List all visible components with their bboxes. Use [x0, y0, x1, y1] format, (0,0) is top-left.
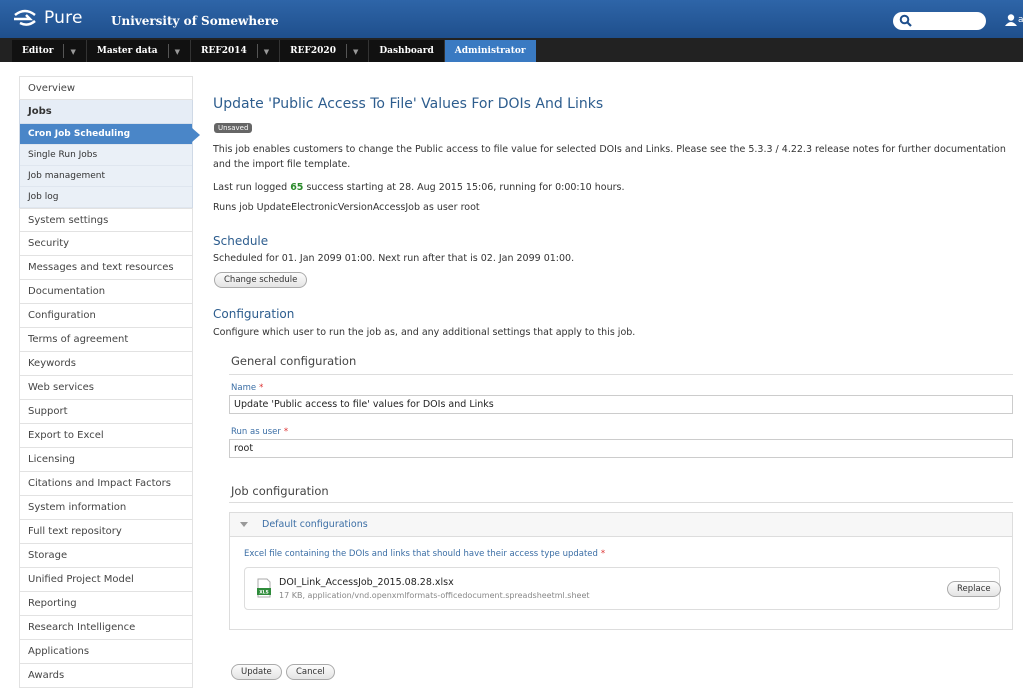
name-label-text: Name — [231, 383, 257, 393]
sidebar-item-documentation[interactable]: Documentation — [19, 280, 193, 304]
sidebar-item-export-to-excel[interactable]: Export to Excel — [19, 424, 193, 448]
sidebar-item-terms-of-agreement[interactable]: Terms of agreement — [19, 328, 193, 352]
sidebar-item-applications[interactable]: Applications — [19, 640, 193, 664]
sidebar-item-web-services[interactable]: Web services — [19, 376, 193, 400]
university-name: University of Somewhere — [111, 14, 279, 28]
schedule-heading: Schedule — [213, 234, 269, 248]
main-menu-bar: Editor ▼ Master data ▼ REF2014 ▼ REF2020 ▼ Dashb… — [0, 38, 1023, 62]
sidebar-item-jobs[interactable]: Jobs — [20, 100, 192, 124]
sidebar-item-configuration[interactable]: Configuration — [19, 304, 193, 328]
sidebar-item-overview[interactable]: Overview — [19, 76, 193, 100]
sidebar-item-licensing[interactable]: Licensing — [19, 448, 193, 472]
job-configuration-heading: Job configuration — [231, 484, 329, 498]
brand-name: Pure — [44, 8, 83, 28]
cancel-button[interactable]: Cancel — [286, 664, 335, 680]
last-run-prefix: Last run logged — [213, 182, 291, 193]
sidebar-item-keywords[interactable]: Keywords — [19, 352, 193, 376]
change-schedule-button[interactable]: Change schedule — [214, 272, 308, 288]
menu-item-ref2014[interactable]: REF2014 ▼ — [191, 40, 279, 62]
sidebar-item-system-settings[interactable]: System settings — [19, 208, 193, 232]
sidebar-item-single-run-jobs[interactable]: Single Run Jobs — [20, 145, 192, 166]
menu-item-label: Master data — [96, 46, 158, 56]
menu-item-master-data[interactable]: Master data ▼ — [87, 40, 190, 62]
menu-item-label: Dashboard — [379, 46, 434, 56]
sidebar-item-research-intelligence[interactable]: Research Intelligence — [19, 616, 193, 640]
update-button[interactable]: Update — [231, 664, 282, 680]
sidebar-item-security[interactable]: Security — [19, 232, 193, 256]
job-description-line1: This job enables customers to change the… — [213, 144, 1006, 155]
sidebar-item-messages-and-text-resources[interactable]: Messages and text resources — [19, 256, 193, 280]
chevron-down-icon[interactable]: ▼ — [345, 44, 358, 58]
name-label: Name * — [231, 383, 263, 393]
sidebar-item-reporting[interactable]: Reporting — [19, 592, 193, 616]
excel-file-icon: XLS — [257, 578, 271, 598]
chevron-down-icon[interactable]: ▼ — [256, 44, 269, 58]
sidebar-item-system-information[interactable]: System information — [19, 496, 193, 520]
user-menu-label[interactable]: a — [1018, 15, 1023, 25]
name-input[interactable]: Update 'Public access to file' values fo… — [229, 395, 1013, 414]
chevron-down-icon[interactable]: ▼ — [63, 44, 76, 58]
general-configuration-heading: General configuration — [231, 354, 357, 368]
job-description-line2: and the import file template. — [213, 159, 351, 170]
menu-item-editor[interactable]: Editor ▼ — [12, 40, 86, 62]
sidebar-item-awards[interactable]: Awards — [19, 664, 193, 688]
file-name[interactable]: DOI_Link_AccessJob_2015.08.28.xlsx — [279, 577, 454, 588]
chevron-down-icon[interactable]: ▼ — [167, 44, 180, 58]
run-as-user-input[interactable]: root — [229, 439, 1013, 458]
excel-file-label: Excel file containing the DOIs and links… — [244, 549, 605, 559]
divider — [229, 502, 1013, 503]
sidebar-item-storage[interactable]: Storage — [19, 544, 193, 568]
pure-logo-icon — [14, 9, 36, 26]
admin-sidebar: Overview Jobs Cron Job Scheduling Single … — [19, 76, 200, 688]
divider — [229, 374, 1013, 375]
search-icon[interactable] — [899, 14, 913, 28]
runs-as-info: Runs job UpdateElectronicVersionAccessJo… — [213, 202, 480, 213]
required-mark: * — [283, 427, 289, 437]
pure-logo[interactable]: Pure — [12, 8, 83, 28]
menu-item-label: Administrator — [454, 46, 526, 56]
excel-file-icon-text: XLS — [259, 590, 269, 596]
sidebar-item-job-management[interactable]: Job management — [20, 166, 192, 187]
configuration-heading: Configuration — [213, 307, 295, 321]
required-mark: * — [600, 549, 606, 559]
schedule-text: Scheduled for 01. Jan 2099 01:00. Next r… — [213, 253, 575, 264]
status-badge: Unsaved — [214, 123, 253, 133]
chevron-down-icon[interactable] — [240, 522, 248, 527]
menu-item-label: REF2014 — [201, 46, 247, 56]
run-as-user-label: Run as user * — [231, 427, 288, 437]
page-title: Update 'Public Access To File' Values Fo… — [213, 96, 604, 112]
sidebar-item-cron-job-scheduling[interactable]: Cron Job Scheduling — [20, 124, 200, 145]
replace-button[interactable]: Replace — [947, 581, 1001, 597]
jobs-subitems: Cron Job Scheduling Single Run Jobs Job ma… — [20, 124, 200, 208]
default-configurations-label[interactable]: Default configurations — [262, 519, 368, 530]
default-configurations-panel: Default configurations Excel file contai… — [229, 512, 1013, 630]
last-run-info: Last run logged 65 success starting at 2… — [213, 182, 624, 193]
menu-item-label: REF2020 — [290, 46, 336, 56]
configuration-text: Configure which user to run the job as, … — [213, 327, 636, 338]
menu-item-ref2020[interactable]: REF2020 ▼ — [280, 40, 368, 62]
last-run-suffix: success starting at 28. Aug 2015 15:06, … — [303, 182, 625, 193]
sidebar-item-unified-project-model[interactable]: Unified Project Model — [19, 568, 193, 592]
sidebar-item-citations-and-impact-factors[interactable]: Citations and Impact Factors — [19, 472, 193, 496]
sidebar-item-support[interactable]: Support — [19, 400, 193, 424]
sidebar-item-full-text-repository[interactable]: Full text repository — [19, 520, 193, 544]
sidebar-items: System settings Security Messages and text… — [19, 208, 193, 688]
uploaded-file-card: XLS DOI_Link_AccessJob_2015.08.28.xlsx 1… — [244, 567, 1001, 610]
required-mark: * — [259, 383, 264, 393]
run-as-user-label-text: Run as user — [231, 427, 281, 437]
user-icon[interactable] — [1004, 13, 1018, 27]
main-menu: Editor ▼ Master data ▼ REF2014 ▼ REF2020 ▼ Dashb… — [12, 40, 536, 62]
top-bar: Pure University of Somewhere a — [0, 0, 1023, 38]
default-configurations-header[interactable]: Default configurations — [230, 513, 1012, 537]
sidebar-group-jobs: Jobs Cron Job Scheduling Single Run Jobs J… — [19, 100, 200, 208]
last-run-count: 65 — [290, 182, 304, 193]
sidebar-item-job-log[interactable]: Job log — [20, 187, 192, 208]
excel-file-label-text: Excel file containing the DOIs and links… — [244, 549, 598, 559]
menu-item-dashboard[interactable]: Dashboard — [369, 40, 443, 62]
menu-item-label: Editor — [22, 46, 54, 56]
menu-item-administrator[interactable]: Administrator — [444, 40, 536, 62]
file-meta: 17 KB, application/vnd.openxmlformats-of… — [279, 591, 590, 600]
